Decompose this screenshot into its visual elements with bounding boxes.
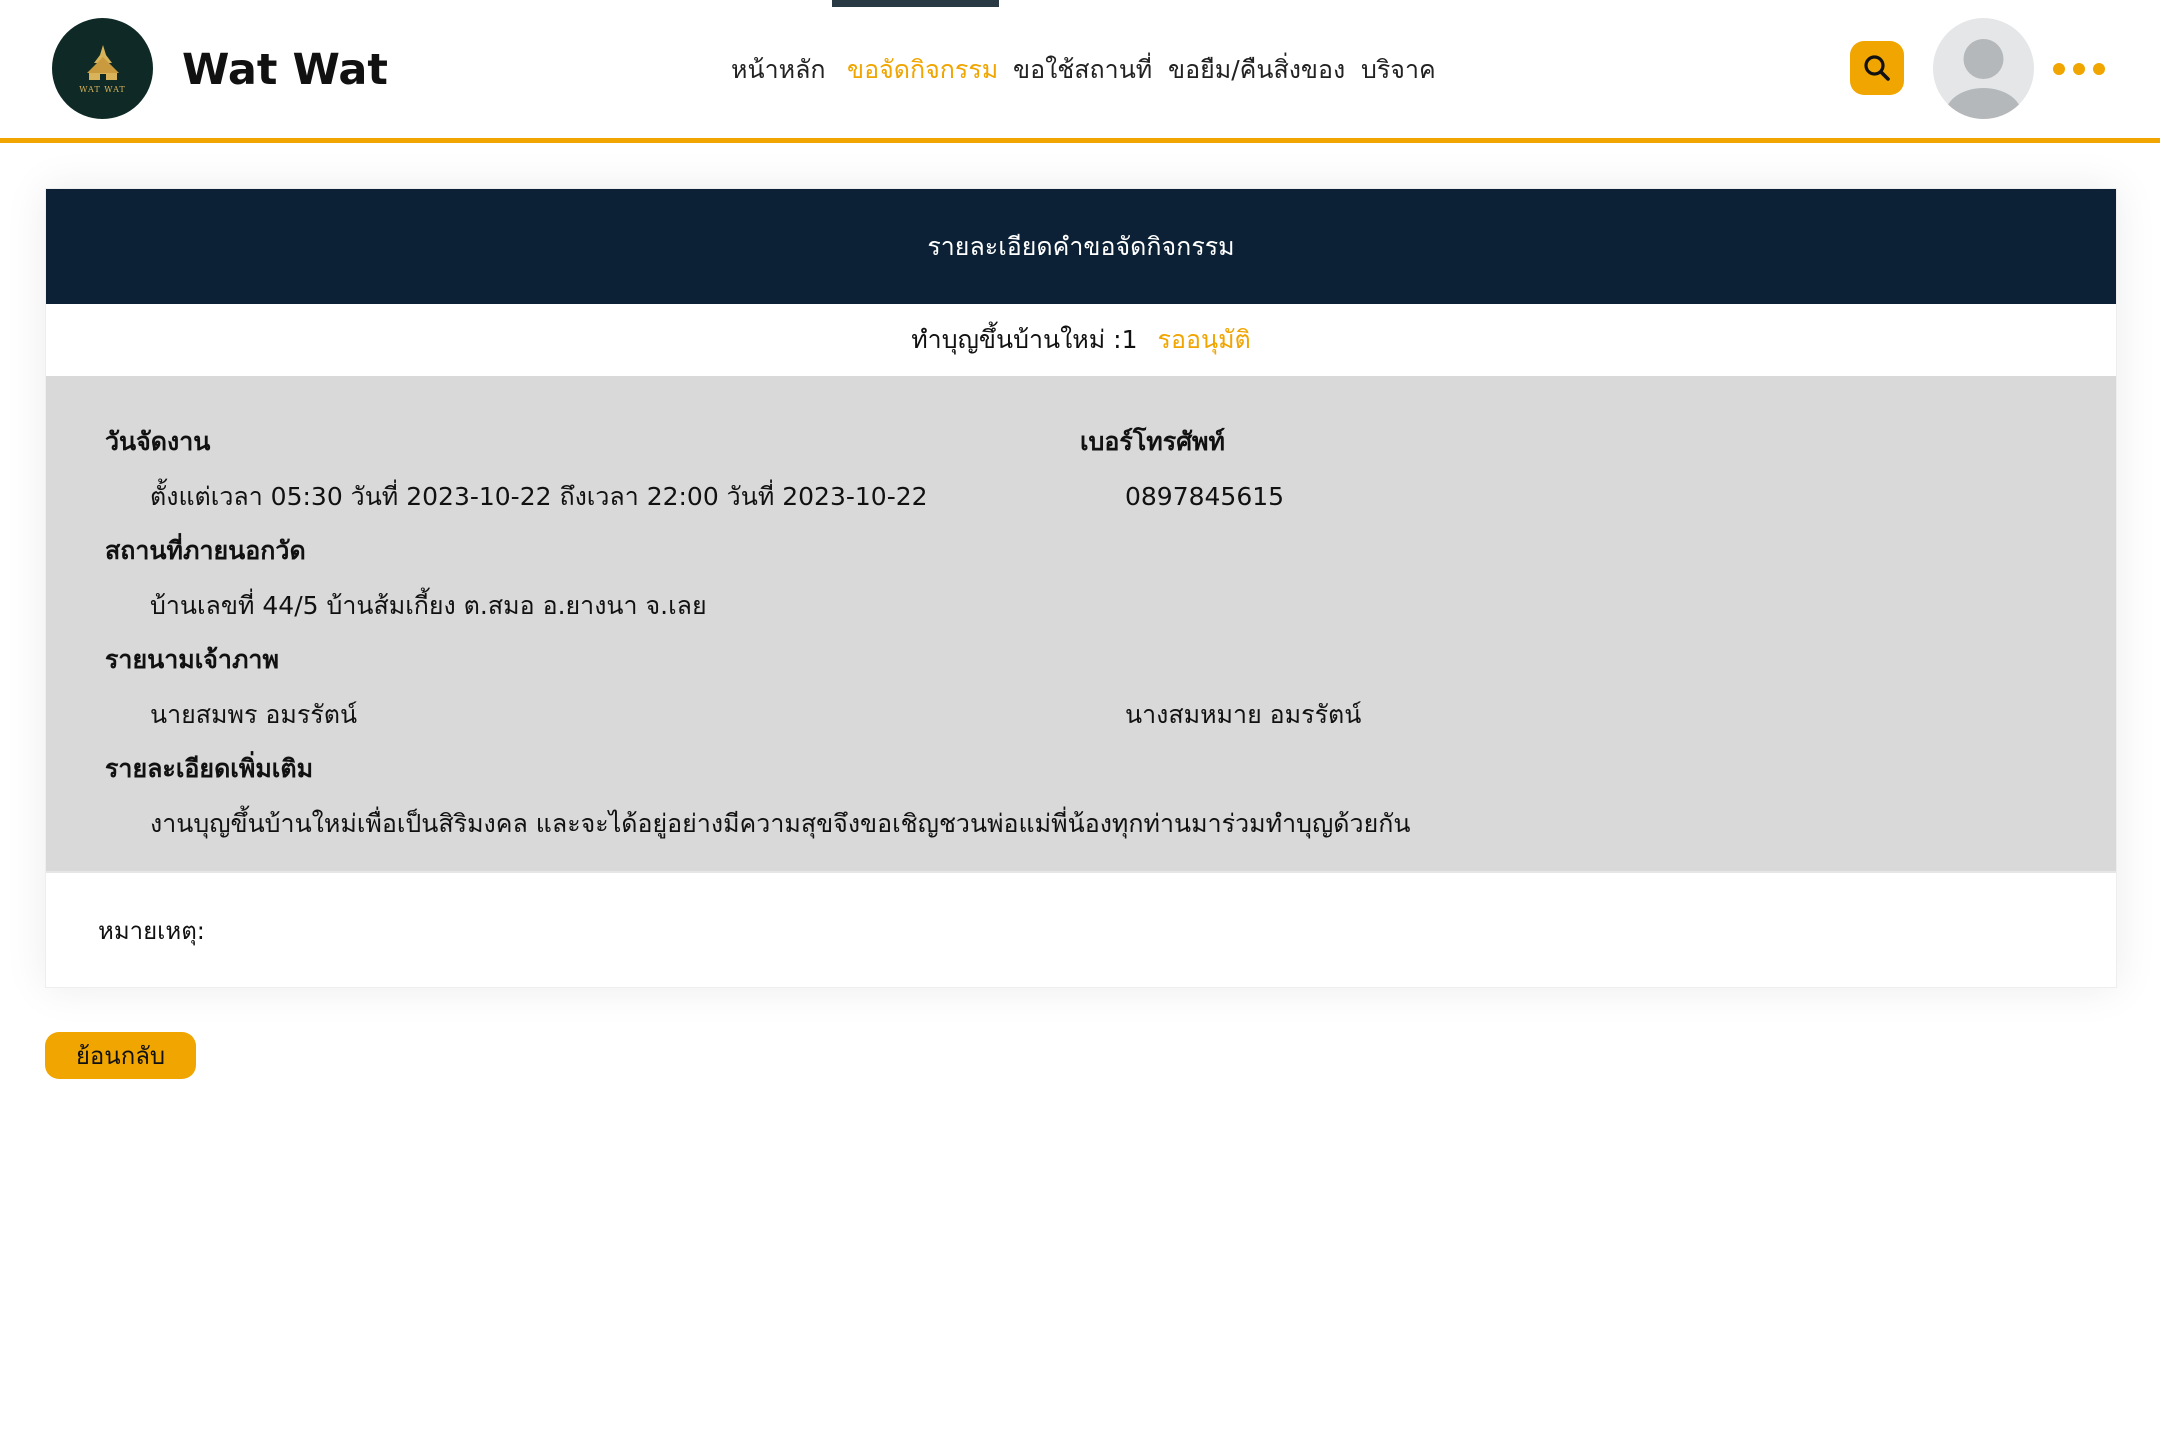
host-name-1: นายสมพร อมรรัตน์ <box>150 700 358 729</box>
location-value: บ้านเลขที่ 44/5 บ้านส้มเกี้ยง ต.สมอ อ.ยา… <box>150 591 707 620</box>
additional-details-value: งานบุญขึ้นบ้านใหม่เพื่อเป็นสิริมงคล และจ… <box>150 809 1411 838</box>
main-nav: หน้าหลัก ขอจัดกิจกรรม ขอใช้สถานที่ ขอยืม… <box>0 0 2160 138</box>
more-horizontal-icon <box>2053 63 2065 75</box>
search-button[interactable] <box>1850 41 1904 95</box>
hosts-label: รายนามเจ้าภาพ <box>105 645 279 674</box>
request-details: วันจัดงาน ตั้งแต่เวลา 05:30 วันที่ 2023-… <box>46 376 2116 873</box>
more-options-button[interactable] <box>2053 58 2105 80</box>
remark-label: หมายเหตุ: <box>98 917 205 945</box>
search-icon <box>1864 55 1890 81</box>
phone-label: เบอร์โทรศัพท์ <box>1080 427 1226 456</box>
phone-value: 0897845615 <box>1125 482 1285 511</box>
nav-item-request-activity[interactable]: ขอจัดกิจกรรม <box>847 50 998 90</box>
card-title: รายละเอียดคำขอจัดกิจกรรม <box>46 189 2116 304</box>
request-summary: ทำบุญขึ้นบ้านใหม่ :1 รออนุมัติ <box>46 304 2116 376</box>
nav-item-borrow-return[interactable]: ขอยืม/คืนสิ่งของ <box>1168 50 1345 90</box>
active-nav-indicator <box>832 0 999 7</box>
top-navbar: WAT WAT Wat Wat หน้าหลัก ขอจัดกิจกรรม ขอ… <box>0 0 2160 143</box>
host-name-2: นางสมหมาย อมรรัตน์ <box>1125 700 1362 729</box>
nav-item-home[interactable]: หน้าหลัก <box>731 50 826 90</box>
request-name: ทำบุญขึ้นบ้านใหม่ :1 <box>911 325 1138 354</box>
activity-request-card: รายละเอียดคำขอจัดกิจกรรม ทำบุญขึ้นบ้านให… <box>45 188 2117 988</box>
additional-details-label: รายละเอียดเพิ่มเติม <box>105 754 314 783</box>
back-button[interactable]: ย้อนกลับ <box>45 1032 196 1079</box>
event-date-value: ตั้งแต่เวลา 05:30 วันที่ 2023-10-22 ถึงเ… <box>150 482 928 511</box>
user-avatar-icon <box>1945 39 2022 119</box>
event-date-label: วันจัดงาน <box>105 427 211 456</box>
user-avatar[interactable] <box>1933 18 2034 119</box>
status-badge: รออนุมัติ <box>1157 325 1251 354</box>
nav-item-donate[interactable]: บริจาค <box>1361 50 1436 90</box>
location-label: สถานที่ภายนอกวัด <box>105 536 306 565</box>
remark: หมายเหตุ: <box>98 913 211 949</box>
nav-item-request-venue[interactable]: ขอใช้สถานที่ <box>1013 50 1152 90</box>
